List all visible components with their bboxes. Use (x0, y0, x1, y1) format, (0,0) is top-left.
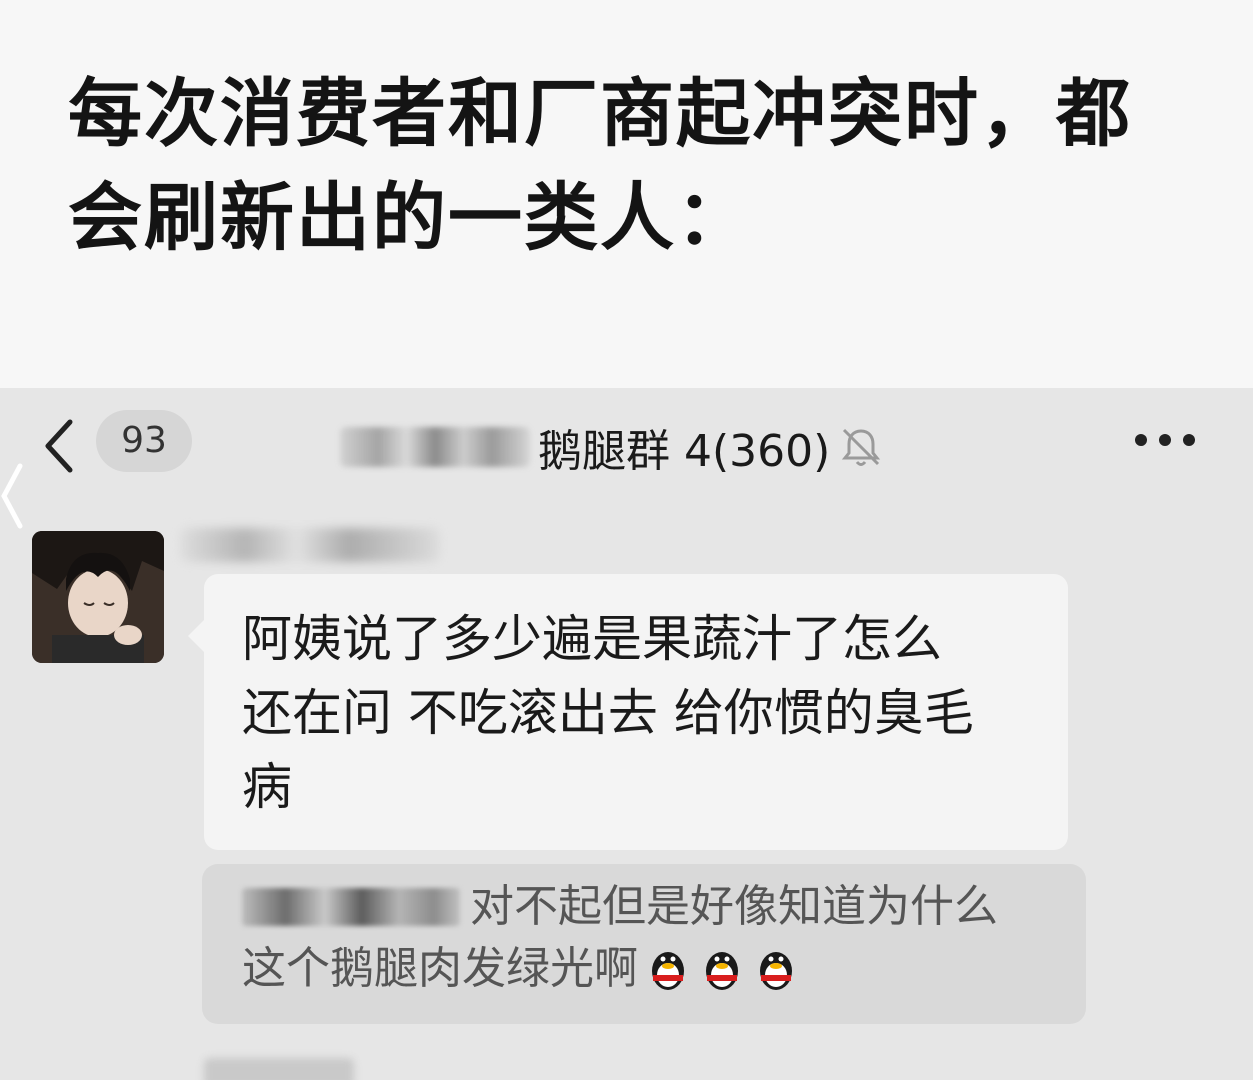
caption-line-2: 会刷新出的一类人： (68, 175, 752, 261)
swipe-back-edge-icon (1, 463, 23, 529)
cropped-next-message (204, 1058, 354, 1080)
group-title[interactable]: 鹅腿群 4(360) (340, 412, 884, 482)
quote-line-1: 对不起但是好像知道为什么 (242, 876, 1056, 938)
caption-line-1: 每次消费者和厂商起冲突时，都 (68, 71, 1132, 157)
chat-header: 93 鹅腿群 4(360) (0, 388, 1253, 529)
group-name: 鹅腿群 4(360) (538, 426, 831, 477)
redacted-group-prefix (340, 427, 530, 467)
bell-off-icon (842, 428, 881, 466)
quote-line-2: 这个鹅腿肉发绿光啊 (242, 938, 1056, 1000)
message-line-1: 阿姨说了多少遍是果蔬汁了怎么 (242, 610, 942, 668)
penguin-emoji (760, 952, 792, 990)
message-bubble[interactable]: 阿姨说了多少遍是果蔬汁了怎么 还在问 不吃滚出去 给你惯的臭毛 病 (188, 574, 1068, 850)
penguin-emoji (652, 952, 684, 990)
avatar[interactable] (32, 531, 164, 663)
redacted-quote-author (242, 888, 460, 926)
quoted-reply[interactable]: 对不起但是好像知道为什么 这个鹅腿肉发绿光啊 (202, 864, 1086, 1024)
meme-caption: 每次消费者和厂商起冲突时，都 会刷新出的一类人： (68, 62, 1208, 270)
message-line-2: 还在问 不吃滚出去 给你惯的臭毛 (242, 684, 974, 742)
more-icon[interactable] (1135, 434, 1195, 446)
unread-count-badge[interactable]: 93 (96, 410, 192, 472)
chat-screenshot: 93 鹅腿群 4(360) 阿姨说了多少遍是果蔬汁了怎么 还在问 不吃滚出去 给… (0, 388, 1253, 1080)
penguin-emoji (706, 952, 738, 990)
redacted-sender-name (180, 528, 440, 562)
quote-text-1: 对不起但是好像知道为什么 (470, 881, 998, 932)
message-line-3: 病 (242, 758, 292, 816)
quote-text-2: 这个鹅腿肉发绿光啊 (242, 943, 638, 994)
chevron-left-icon[interactable] (40, 416, 80, 476)
